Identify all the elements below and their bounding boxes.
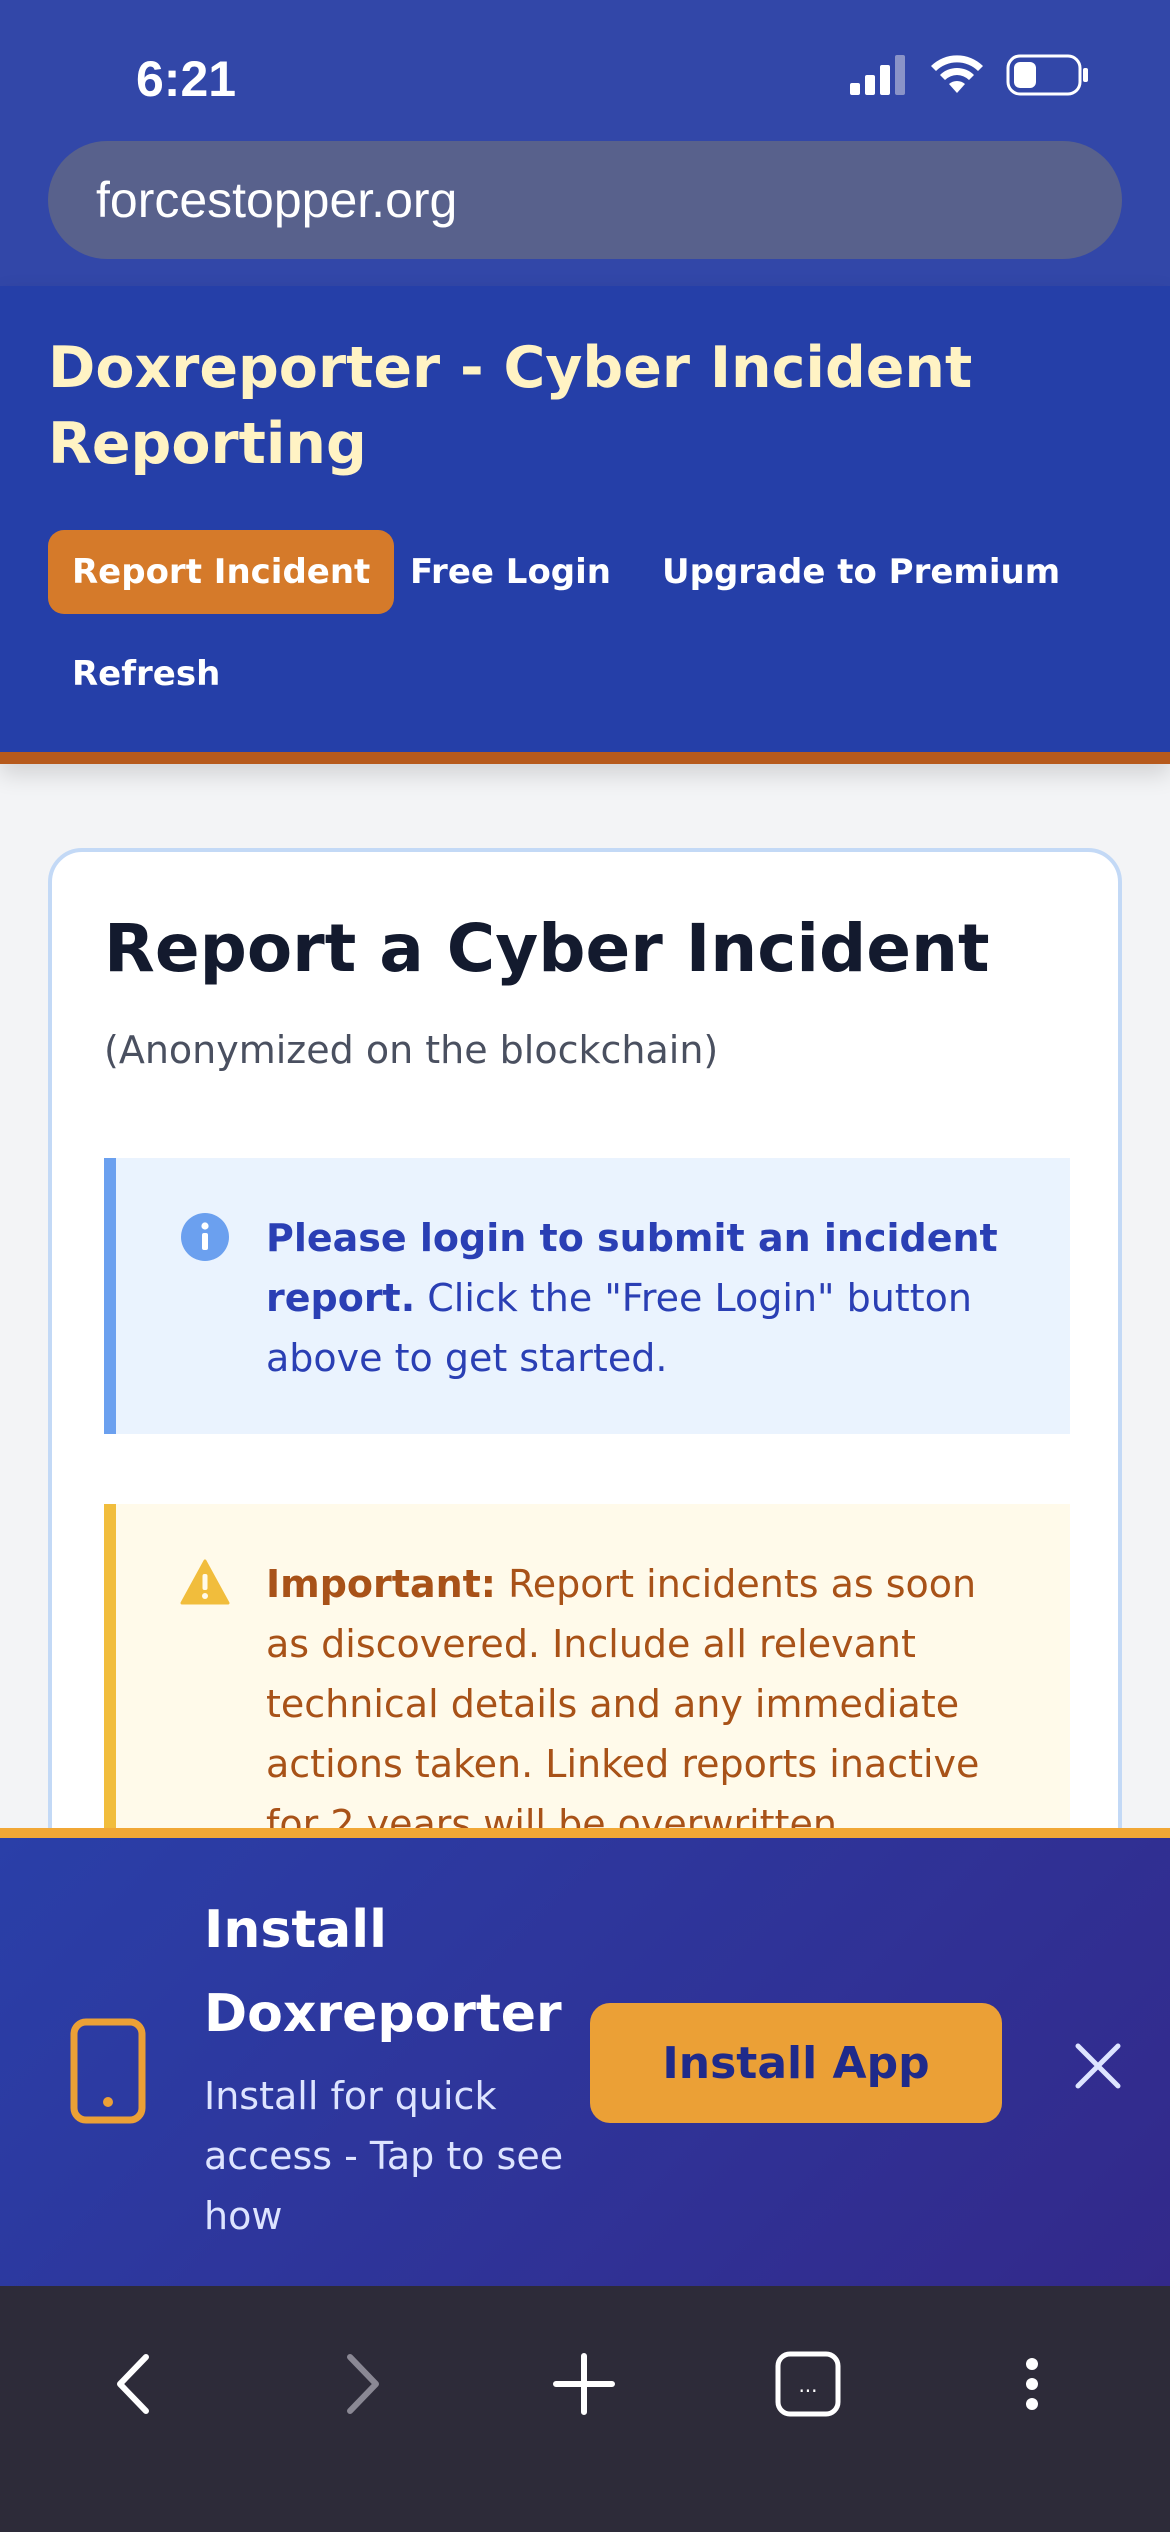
close-icon[interactable] — [1066, 2034, 1130, 2098]
signal-icon — [850, 55, 905, 95]
nav-upgrade-premium[interactable]: Upgrade to Premium — [638, 530, 1084, 614]
site-header: Doxreporter - Cyber Incident Reporting R… — [0, 286, 1170, 764]
wifi-icon — [931, 55, 983, 93]
install-banner-description: Install for quick access - Tap to see ho… — [204, 2074, 564, 2238]
forward-button[interactable] — [320, 2344, 400, 2424]
warning-icon — [180, 1559, 230, 1605]
tabs-count: ... — [798, 2373, 817, 2397]
nav-report-incident[interactable]: Report Incident — [48, 530, 395, 614]
login-info-alert: Please login to submit an incident repor… — [104, 1158, 1070, 1434]
battery-icon — [1006, 54, 1088, 96]
card-title: Report a Cyber Incident — [104, 910, 990, 987]
back-button[interactable] — [96, 2344, 176, 2424]
info-icon — [181, 1213, 229, 1261]
url-text: forcestopper.org — [96, 172, 458, 228]
site-title: Doxreporter - Cyber Incident Reporting — [48, 335, 973, 477]
status-time: 6:21 — [136, 51, 237, 107]
more-menu-button[interactable] — [992, 2344, 1072, 2424]
card-subtitle: (Anonymized on the blockchain) — [104, 1028, 719, 1072]
new-tab-button[interactable] — [544, 2344, 624, 2424]
browser-toolbar: ... — [0, 2286, 1170, 2532]
status-icons — [850, 54, 1090, 96]
back-icon — [117, 2354, 149, 2414]
install-banner[interactable]: Install Doxreporter Install for quick ac… — [0, 1828, 1170, 2286]
url-bar[interactable]: forcestopper.org — [48, 141, 1122, 259]
browser-top-bar: 6:21 forcestopper.org — [0, 0, 1170, 286]
tabs-button[interactable]: ... — [768, 2344, 848, 2424]
nav-free-login[interactable]: Free Login — [386, 530, 635, 614]
install-app-button[interactable]: Install App — [590, 2003, 1002, 2123]
more-icon — [1026, 2358, 1038, 2410]
nav-refresh[interactable]: Refresh — [48, 632, 244, 716]
install-banner-title: Install Doxreporter — [204, 1900, 562, 2044]
warning-alert-bold: Important: — [266, 1562, 497, 1606]
new-tab-icon — [553, 2353, 615, 2415]
phone-icon — [70, 2018, 146, 2124]
tabs-icon: ... — [775, 2351, 841, 2417]
report-card: Report a Cyber Incident (Anonymized on t… — [48, 848, 1122, 1948]
forward-icon — [347, 2354, 379, 2414]
